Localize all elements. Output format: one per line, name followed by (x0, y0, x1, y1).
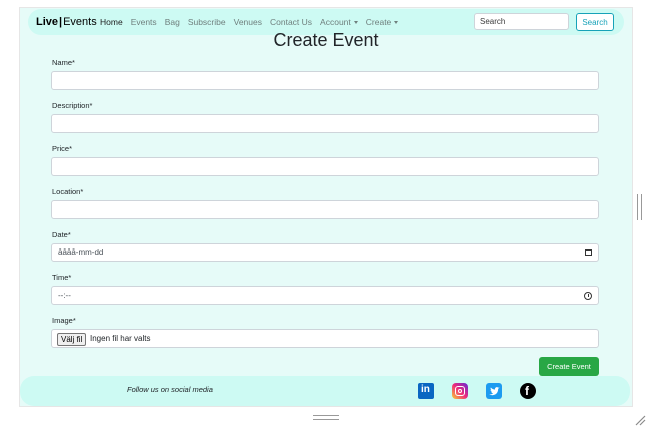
price-label: Price* (52, 144, 73, 153)
nav-account-label: Account (320, 17, 351, 27)
nav-events[interactable]: Events (131, 17, 157, 27)
location-label: Location* (52, 187, 84, 196)
nav-contact-us[interactable]: Contact Us (270, 17, 312, 27)
caret-down-icon (394, 21, 399, 25)
footer: Follow us on social media in f (20, 376, 630, 406)
horizontal-resize-handle[interactable] (313, 415, 339, 420)
file-status: Ingen fil har valts (90, 334, 151, 343)
brand-logo[interactable]: Live|Events (36, 16, 97, 28)
date-placeholder: åååå-mm-dd (58, 248, 104, 257)
instagram-icon[interactable] (452, 383, 468, 399)
create-event-button[interactable]: Create Event (539, 357, 599, 376)
choose-file-button[interactable]: Välj fil (57, 333, 87, 346)
nav-venues[interactable]: Venues (234, 17, 262, 27)
nav-create-label: Create (365, 17, 392, 27)
nav-account-dropdown[interactable]: Account (320, 17, 358, 27)
nav-links: Home Events Bag Subscribe Venues Contact… (100, 17, 399, 27)
image-label: Image* (52, 316, 76, 325)
facebook-icon[interactable]: f (520, 383, 536, 399)
price-input[interactable] (51, 157, 599, 176)
description-label: Description* (52, 101, 93, 110)
resize-grip-icon[interactable] (634, 413, 646, 426)
nav-create-dropdown[interactable]: Create (366, 17, 399, 27)
brand-live: Live (36, 16, 59, 28)
name-input[interactable] (51, 71, 599, 90)
location-input[interactable] (51, 200, 599, 219)
time-placeholder: --:-- (58, 291, 71, 300)
caret-down-icon (353, 21, 358, 25)
page-title: Create Event (273, 30, 379, 50)
twitter-icon[interactable] (486, 383, 502, 399)
image-file-input[interactable]: Välj fil Ingen fil har valts (51, 329, 599, 348)
date-input[interactable]: åååå-mm-dd (51, 243, 599, 262)
nav-subscribe[interactable]: Subscribe (188, 17, 226, 27)
linkedin-icon[interactable]: in (418, 383, 434, 399)
name-label: Name* (52, 58, 75, 67)
browser-viewport: Live|Events Home Events Bag Subscribe Ve… (20, 8, 632, 406)
time-label: Time* (52, 273, 72, 282)
calendar-icon[interactable] (585, 249, 592, 256)
nav-bag[interactable]: Bag (165, 17, 180, 27)
date-label: Date* (52, 230, 71, 239)
nav-home[interactable]: Home (100, 17, 123, 27)
time-input[interactable]: --:-- (51, 286, 599, 305)
brand-events: Events (63, 16, 97, 28)
description-input[interactable] (51, 114, 599, 133)
clock-icon[interactable] (584, 292, 592, 300)
vertical-resize-handle[interactable] (637, 194, 642, 220)
follow-text: Follow us on social media (127, 385, 213, 394)
brand-separator: | (59, 16, 63, 28)
